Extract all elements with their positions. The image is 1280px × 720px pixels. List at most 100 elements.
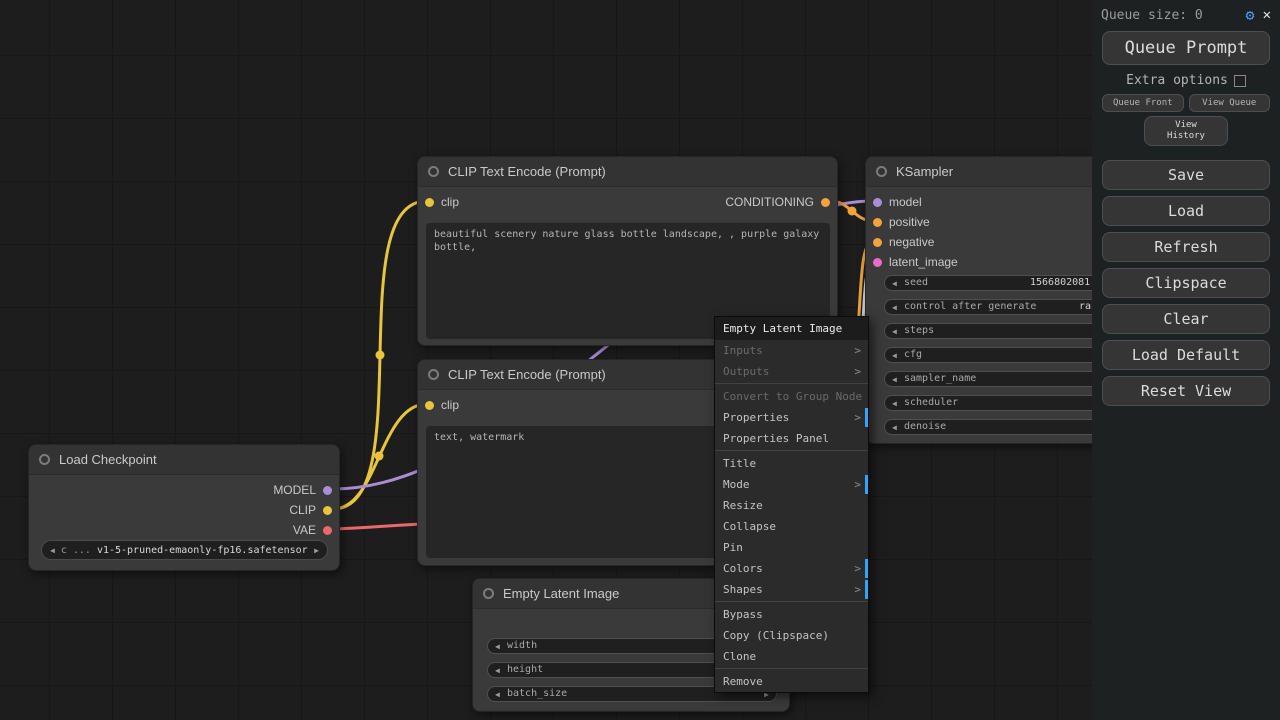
slot-label: latent_image bbox=[889, 255, 958, 269]
decrement-arrow-icon[interactable]: ◀ bbox=[892, 373, 897, 386]
widget-label: height bbox=[507, 663, 543, 677]
decrement-arrow-icon[interactable]: ◀ bbox=[50, 546, 55, 555]
decrement-arrow-icon[interactable]: ◀ bbox=[892, 421, 897, 434]
context-menu-item-resize[interactable]: Resize bbox=[715, 495, 868, 516]
context-menu-item-pin[interactable]: Pin bbox=[715, 537, 868, 558]
submenu-arrow-icon: > bbox=[854, 361, 861, 382]
context-menu-item-properties-panel[interactable]: Properties Panel bbox=[715, 428, 868, 449]
context-menu-separator bbox=[715, 601, 868, 603]
collapse-dot-icon[interactable] bbox=[483, 588, 494, 599]
node-title-text: Empty Latent Image bbox=[503, 586, 619, 601]
output-slot-conditioning[interactable]: CONDITIONING bbox=[725, 194, 830, 210]
increment-arrow-icon[interactable]: ▶ bbox=[314, 546, 319, 555]
node-header[interactable]: CLIP Text Encode (Prompt) bbox=[418, 157, 837, 187]
output-slot-vae[interactable]: VAE bbox=[293, 522, 332, 538]
latent-image-input-dot[interactable] bbox=[873, 258, 882, 267]
input-slot-clip[interactable]: clip bbox=[425, 397, 459, 413]
decrement-arrow-icon[interactable]: ◀ bbox=[892, 277, 897, 290]
decrement-arrow-icon[interactable]: ◀ bbox=[495, 688, 500, 701]
collapse-dot-icon[interactable] bbox=[428, 369, 439, 380]
widget-denoise[interactable]: ◀denoise▶ bbox=[884, 419, 1092, 435]
submenu-arrow-icon: > bbox=[854, 558, 861, 579]
widget-label: cfg bbox=[904, 348, 922, 362]
link-dot[interactable] bbox=[848, 207, 857, 216]
clip-input-dot[interactable] bbox=[425, 401, 434, 410]
node-header[interactable]: Load Checkpoint bbox=[29, 445, 339, 475]
collapse-dot-icon[interactable] bbox=[428, 166, 439, 177]
submenu-accent-bar bbox=[865, 475, 868, 494]
input-slot-model[interactable]: model bbox=[873, 194, 922, 210]
node-title-text: CLIP Text Encode (Prompt) bbox=[448, 164, 606, 179]
view-history-button[interactable]: View History bbox=[1144, 116, 1228, 146]
collapse-dot-icon[interactable] bbox=[876, 166, 887, 177]
model-input-dot[interactable] bbox=[873, 198, 882, 207]
view-queue-button[interactable]: View Queue bbox=[1189, 94, 1271, 112]
widget-control-after-generate[interactable]: ◀control after generateran▶ bbox=[884, 299, 1092, 315]
context-menu-item-mode[interactable]: Mode> bbox=[715, 474, 868, 495]
output-slot-clip[interactable]: CLIP bbox=[289, 502, 332, 518]
widget-scheduler[interactable]: ◀scheduler▶ bbox=[884, 395, 1092, 411]
widget-label: denoise bbox=[904, 420, 946, 434]
decrement-arrow-icon[interactable]: ◀ bbox=[495, 640, 500, 653]
node-title-text: Load Checkpoint bbox=[59, 452, 157, 467]
decrement-arrow-icon[interactable]: ◀ bbox=[892, 325, 897, 338]
node-header[interactable]: KSampler bbox=[866, 157, 1092, 187]
widget-seed[interactable]: ◀seed1566802081▶ bbox=[884, 275, 1092, 291]
widget-sampler-name[interactable]: ◀sampler_name▶ bbox=[884, 371, 1092, 387]
clip-input-dot[interactable] bbox=[425, 198, 434, 207]
context-menu-item-title[interactable]: Title bbox=[715, 453, 868, 474]
sidebar-load-button[interactable]: Load bbox=[1102, 196, 1270, 226]
decrement-arrow-icon[interactable]: ◀ bbox=[892, 301, 897, 314]
input-slot-clip[interactable]: clip bbox=[425, 194, 459, 210]
input-slot-latent-image[interactable]: latent_image bbox=[873, 254, 958, 270]
widget-label: steps bbox=[904, 324, 934, 338]
conditioning-output-dot[interactable] bbox=[821, 198, 830, 207]
close-icon[interactable]: ✕ bbox=[1263, 7, 1271, 23]
queue-front-button[interactable]: Queue Front bbox=[1102, 94, 1184, 112]
extra-options-checkbox[interactable] bbox=[1234, 75, 1246, 87]
widget-steps[interactable]: ◀steps▶ bbox=[884, 323, 1092, 339]
positive-input-dot[interactable] bbox=[873, 218, 882, 227]
input-slot-negative[interactable]: negative bbox=[873, 234, 934, 250]
context-menu-item-remove[interactable]: Remove bbox=[715, 671, 868, 692]
node-title-text: KSampler bbox=[896, 164, 953, 179]
sidebar-clear-button[interactable]: Clear bbox=[1102, 304, 1270, 334]
sidebar-load-default-button[interactable]: Load Default bbox=[1102, 340, 1270, 370]
decrement-arrow-icon[interactable]: ◀ bbox=[892, 397, 897, 410]
output-slot-model[interactable]: MODEL bbox=[273, 482, 332, 498]
context-menu-item-shapes[interactable]: Shapes> bbox=[715, 579, 868, 600]
slot-label: positive bbox=[889, 215, 930, 229]
context-menu-item-properties[interactable]: Properties> bbox=[715, 407, 868, 428]
link-dot[interactable] bbox=[376, 351, 385, 360]
sidebar-clipspace-button[interactable]: Clipspace bbox=[1102, 268, 1270, 298]
context-menu-item-bypass[interactable]: Bypass bbox=[715, 604, 868, 625]
decrement-arrow-icon[interactable]: ◀ bbox=[495, 664, 500, 677]
node-graph-canvas[interactable]: CLIP Text Encode (Prompt) clip CONDITION… bbox=[0, 0, 1092, 720]
collapse-dot-icon[interactable] bbox=[39, 454, 50, 465]
slot-label: CLIP bbox=[289, 503, 316, 517]
context-menu-separator bbox=[715, 668, 868, 670]
node-load-checkpoint[interactable]: Load Checkpoint MODEL CLIP VAE ◀ c ... v1-… bbox=[28, 444, 340, 571]
context-menu-item-colors[interactable]: Colors> bbox=[715, 558, 868, 579]
settings-gear-icon[interactable]: ⚙ bbox=[1246, 8, 1255, 23]
clip-output-dot[interactable] bbox=[323, 506, 332, 515]
context-menu-item-convert-to-group-node: Convert to Group Node bbox=[715, 386, 868, 407]
sidebar-refresh-button[interactable]: Refresh bbox=[1102, 232, 1270, 262]
node-ksampler[interactable]: KSampler model positive negative latent_ima… bbox=[865, 156, 1092, 444]
negative-input-dot[interactable] bbox=[873, 238, 882, 247]
sidebar-reset-view-button[interactable]: Reset View bbox=[1102, 376, 1270, 406]
vae-output-dot[interactable] bbox=[323, 526, 332, 535]
queue-prompt-button[interactable]: Queue Prompt bbox=[1102, 31, 1270, 65]
input-slot-positive[interactable]: positive bbox=[873, 214, 930, 230]
context-menu-item-collapse[interactable]: Collapse bbox=[715, 516, 868, 537]
ckpt-name-combo-widget[interactable]: ◀ c ... v1-5-pruned-emaonly-fp16.safeten… bbox=[41, 540, 328, 560]
link-dot[interactable] bbox=[375, 452, 384, 461]
decrement-arrow-icon[interactable]: ◀ bbox=[892, 349, 897, 362]
submenu-arrow-icon: > bbox=[854, 407, 861, 428]
slot-label: negative bbox=[889, 235, 934, 249]
context-menu-item-copy-clipspace[interactable]: Copy (Clipspace) bbox=[715, 625, 868, 646]
context-menu-item-clone[interactable]: Clone bbox=[715, 646, 868, 667]
sidebar-save-button[interactable]: Save bbox=[1102, 160, 1270, 190]
widget-cfg[interactable]: ◀cfg▶ bbox=[884, 347, 1092, 363]
model-output-dot[interactable] bbox=[323, 486, 332, 495]
